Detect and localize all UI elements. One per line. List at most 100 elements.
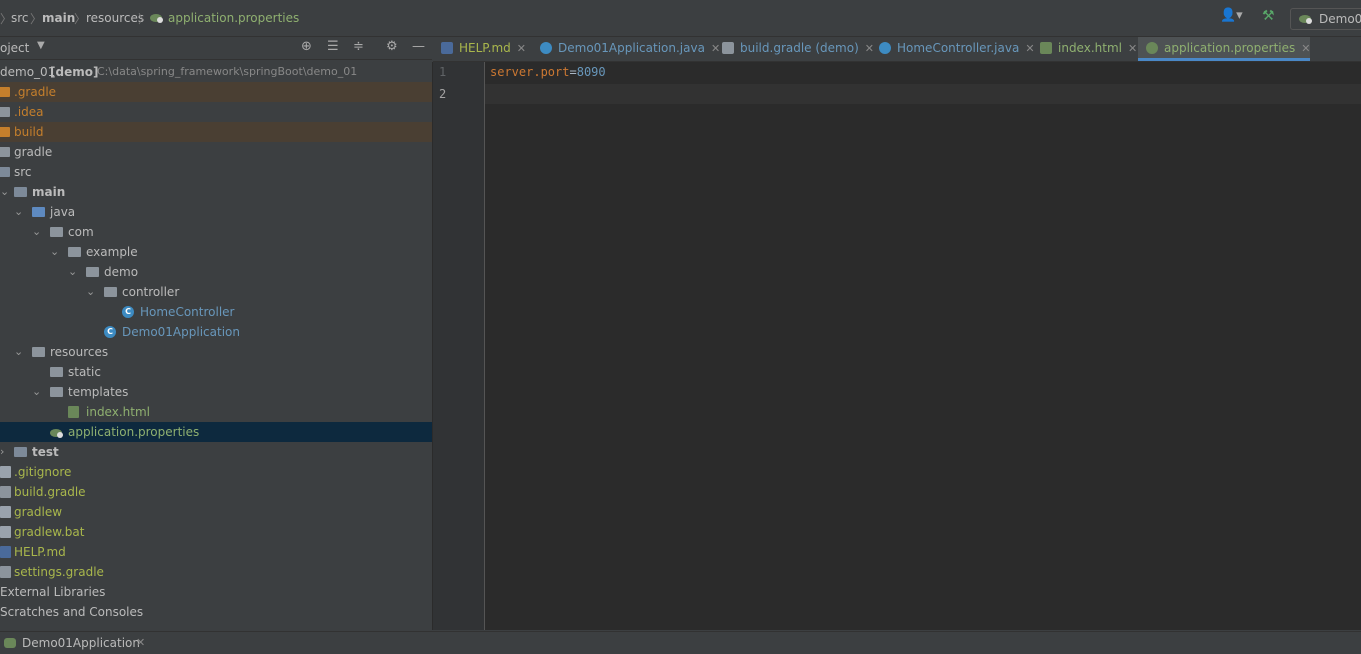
close-icon[interactable]: ✕ — [1128, 42, 1137, 55]
html-file-icon — [1040, 42, 1052, 54]
chevron-down-icon[interactable]: ⌄ — [86, 282, 95, 302]
resources-folder-icon — [32, 347, 45, 357]
tree-item-demo01application[interactable]: C Demo01Application — [0, 322, 432, 342]
tree-item-label: Scratches and Consoles — [0, 605, 144, 619]
tree-item-build-gradle[interactable]: build.gradle — [0, 482, 432, 502]
root-name: demo_01 — [0, 65, 56, 79]
tree-item-external-libraries[interactable]: External Libraries — [0, 582, 432, 602]
minimize-icon[interactable]: — — [412, 39, 425, 54]
tree-item-templates[interactable]: ⌄ templates — [0, 382, 432, 402]
chevron-right-icon: 〉 — [138, 12, 151, 26]
tree-item-static[interactable]: static — [0, 362, 432, 382]
close-icon[interactable]: ✕ — [865, 42, 874, 55]
folder-icon — [14, 447, 27, 457]
tree-item-gradlew-bat[interactable]: gradlew.bat — [0, 522, 432, 542]
breadcrumb-application-properties[interactable]: application.properties — [168, 11, 299, 25]
gradle-elephant-icon — [722, 42, 734, 54]
collapse-all-icon[interactable]: ≑ — [353, 39, 364, 54]
tree-item-src[interactable]: src — [0, 162, 432, 182]
expand-all-icon[interactable]: ☰ — [327, 39, 339, 54]
tab-label: index.html — [1058, 41, 1122, 55]
chevron-down-icon[interactable]: ⌄ — [14, 202, 23, 222]
folder-icon — [0, 107, 10, 117]
spring-boot-icon — [1299, 15, 1312, 24]
close-icon[interactable]: ✕ — [1301, 42, 1310, 55]
chevron-down-icon[interactable]: ⌄ — [14, 342, 23, 362]
close-icon[interactable]: ✕ — [711, 42, 720, 55]
tree-item-label: gradlew.bat — [14, 525, 85, 539]
tree-item-label: src — [14, 165, 32, 179]
tree-item-demo[interactable]: ⌄ demo — [0, 262, 432, 282]
tree-item-label: Demo01Application — [122, 325, 240, 339]
tab-index-html[interactable]: index.html ✕ — [1040, 37, 1137, 61]
user-icon[interactable]: 👤▾ — [1220, 8, 1243, 23]
run-config-selector[interactable]: Demo0 — [1290, 8, 1361, 30]
run-tab-label[interactable]: Demo01Application — [22, 636, 140, 650]
chevron-down-icon[interactable]: ⌄ — [68, 262, 77, 282]
spring-class-icon: C — [104, 326, 116, 338]
chevron-down-icon[interactable]: ⌄ — [0, 182, 9, 202]
gitignore-file-icon — [0, 466, 11, 478]
chevron-down-icon[interactable]: ⌄ — [32, 222, 41, 242]
hammer-icon[interactable]: ⚒ — [1262, 8, 1275, 24]
code-line[interactable]: server.port=8090 — [490, 65, 606, 79]
tab-label: HELP.md — [459, 41, 511, 55]
tab-demo01application-java[interactable]: Demo01Application.java ✕ — [540, 37, 720, 61]
tree-item-homecontroller[interactable]: C HomeController — [0, 302, 432, 322]
tab-label: Demo01Application.java — [558, 41, 705, 55]
breadcrumb-resources[interactable]: resources — [86, 11, 144, 25]
class-icon: C — [122, 306, 134, 318]
tab-homecontroller-java[interactable]: HomeController.java ✕ — [879, 37, 1035, 61]
tree-item-label: test — [32, 445, 59, 459]
breadcrumb-src[interactable]: src — [11, 11, 29, 25]
close-icon[interactable]: ✕ — [1025, 42, 1034, 55]
tree-item-resources[interactable]: ⌄ resources — [0, 342, 432, 362]
spring-class-icon — [540, 42, 552, 54]
tab-label: HomeController.java — [897, 41, 1020, 55]
chevron-right-icon[interactable]: › — [0, 442, 4, 462]
chevron-down-icon[interactable]: ▼ — [37, 40, 45, 51]
chevron-down-icon[interactable]: ⌄ — [32, 382, 41, 402]
markdown-file-icon — [441, 42, 453, 54]
chevron-right-icon: 〉 — [30, 12, 43, 26]
folder-icon — [0, 127, 10, 137]
tree-item-controller[interactable]: ⌄ controller — [0, 282, 432, 302]
tree-item-label: static — [68, 365, 101, 379]
tab-application-properties[interactable]: application.properties ✕ — [1138, 37, 1310, 61]
breadcrumb-main[interactable]: main — [42, 11, 75, 25]
tree-item-label: demo — [104, 265, 139, 279]
close-icon[interactable]: ✕ — [517, 42, 526, 55]
tree-item-help-md[interactable]: HELP.md — [0, 542, 432, 562]
tab-build-gradle[interactable]: build.gradle (demo) ✕ — [722, 37, 874, 61]
tree-item-idea[interactable]: .idea — [0, 102, 432, 122]
tab-help-md[interactable]: HELP.md ✕ — [441, 37, 526, 61]
tree-item-application-properties[interactable]: application.properties — [0, 422, 432, 442]
close-icon[interactable]: ✕ — [136, 636, 145, 649]
code-editor[interactable]: 1 2 server.port=8090 — [433, 62, 1361, 630]
tree-item-label: settings.gradle — [14, 565, 104, 579]
tree-item-gradlew[interactable]: gradlew — [0, 502, 432, 522]
tree-item-settings-gradle[interactable]: settings.gradle — [0, 562, 432, 582]
tree-item-gradle[interactable]: gradle — [0, 142, 432, 162]
tree-item-gradle-dir[interactable]: .gradle — [0, 82, 432, 102]
tree-item-example[interactable]: ⌄ example — [0, 242, 432, 262]
markdown-file-icon — [0, 546, 11, 558]
locate-icon[interactable]: ⊕ — [301, 39, 312, 54]
tab-label: build.gradle (demo) — [740, 41, 859, 55]
run-config-label: Demo0 — [1319, 12, 1361, 26]
tree-item-java[interactable]: ⌄ java — [0, 202, 432, 222]
editor-tabs: HELP.md ✕ Demo01Application.java ✕ build.g… — [433, 37, 1361, 62]
tree-item-label: .idea — [14, 105, 44, 119]
tree-item-label: build.gradle — [14, 485, 86, 499]
gear-icon[interactable]: ⚙ — [386, 39, 398, 54]
chevron-down-icon[interactable]: ⌄ — [50, 242, 59, 262]
tree-item-index-html[interactable]: index.html — [0, 402, 432, 422]
tree-item-test[interactable]: › test — [0, 442, 432, 462]
tree-item-build[interactable]: build — [0, 122, 432, 142]
tree-item-gitignore[interactable]: .gitignore — [0, 462, 432, 482]
project-view-selector[interactable]: oject — [0, 41, 29, 55]
tree-item-com[interactable]: ⌄ com — [0, 222, 432, 242]
tree-item-scratches[interactable]: Scratches and Consoles — [0, 602, 432, 622]
tree-root[interactable]: demo_01 [demo] C:\data\spring_framework\… — [0, 62, 432, 82]
tree-item-main[interactable]: ⌄ main — [0, 182, 432, 202]
